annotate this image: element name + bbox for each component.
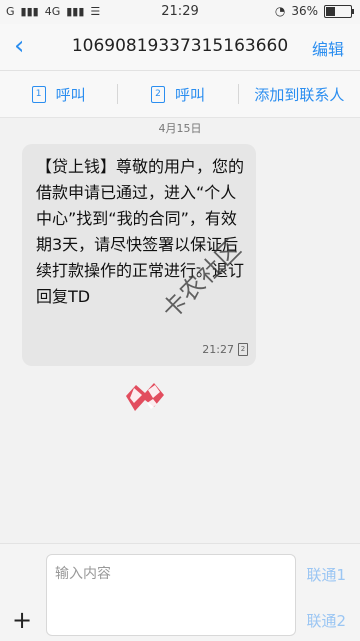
edit-button[interactable]: 编辑 — [312, 36, 344, 60]
battery-percent: 36% — [291, 4, 318, 18]
call-label: 呼叫 — [55, 85, 86, 104]
composer-bar: + 输入内容 联通1 联通2 — [0, 543, 360, 641]
send-sim2-button[interactable]: 联通2 — [306, 610, 346, 631]
send-sim1-button[interactable]: 联通1 — [306, 564, 346, 585]
watermark-logo-icon — [126, 383, 164, 411]
message-time: 21:27 — [202, 343, 234, 356]
action-bar: 1 呼叫 2 呼叫 添加到联系人 — [0, 71, 360, 118]
sim-icon: 1 — [31, 85, 46, 103]
phone-number-title: 10690819337315163660 — [71, 36, 289, 56]
wifi-icon: ◔ — [274, 4, 286, 18]
message-input-placeholder: 输入内容 — [55, 566, 111, 582]
call-label: 呼叫 — [175, 85, 206, 104]
sim-icon: 2 — [238, 343, 248, 356]
battery-fill — [326, 6, 335, 16]
add-attachment-button[interactable]: + — [12, 606, 32, 634]
battery-icon — [324, 4, 354, 18]
message-input[interactable]: 输入内容 — [46, 554, 296, 636]
sim-icon: 2 — [151, 85, 165, 103]
conversation-header: ‹ 10690819337315163660 编辑 — [0, 24, 360, 71]
status-right: ◔ 36% — [274, 4, 354, 18]
status-bar: G ▮▮▮ 4G ▮▮▮ ☰ 21:29 ◔ 36% — [0, 0, 360, 24]
call-sim1-button[interactable]: 1 呼叫 — [0, 71, 117, 117]
call-sim2-button[interactable]: 2 呼叫 — [118, 71, 237, 117]
add-to-contacts-button[interactable]: 添加到联系人 — [239, 71, 360, 117]
message-meta: 21:27 2 — [202, 343, 248, 356]
message-date: 4月15日 — [158, 122, 202, 135]
